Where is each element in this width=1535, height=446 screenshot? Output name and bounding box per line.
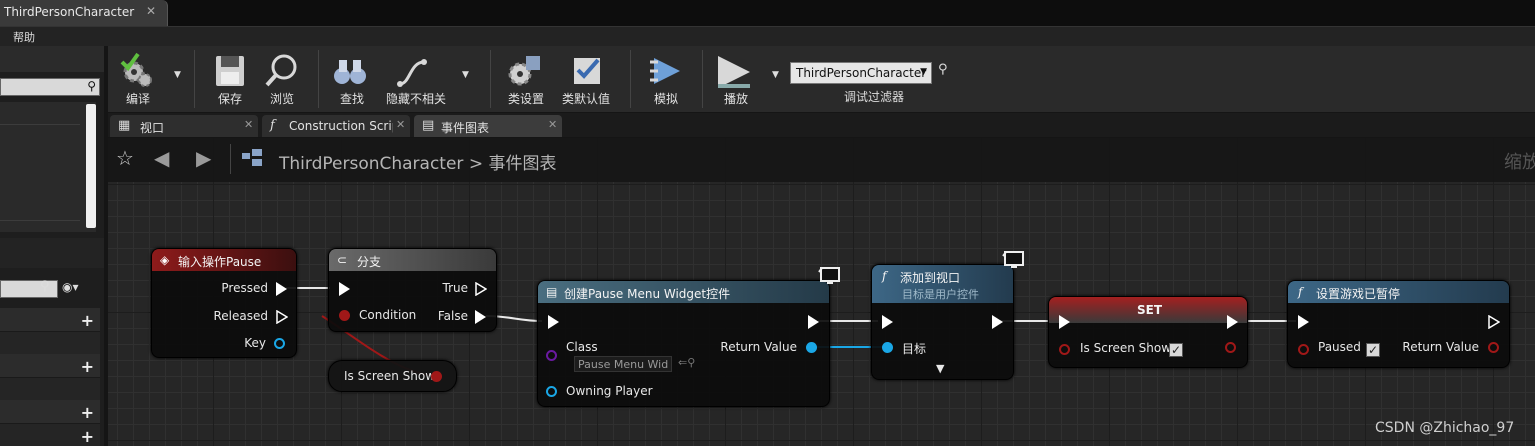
breadcrumb: ☆ ◀ ▶ ThirdPersonCharacter > 事件图表 缩放 [108, 138, 1535, 182]
class-in-pin[interactable] [546, 350, 557, 361]
function-icon: f [1298, 285, 1303, 299]
divider [230, 144, 231, 174]
breadcrumb-root[interactable]: ThirdPersonCharacter [279, 154, 463, 174]
exec-in-pin[interactable] [548, 315, 559, 329]
pin-label-return-value: Return Value [1402, 340, 1479, 354]
exec-out-pin[interactable] [808, 315, 819, 329]
chevron-down-icon: ▾ [668, 358, 671, 371]
exec-out-pin[interactable] [475, 310, 486, 324]
pin-label-paused: Paused [1318, 340, 1361, 354]
node-subtitle: 目标是用户控件 [902, 288, 979, 301]
class-picker-arrow-icon[interactable]: ⇐⚲ [678, 356, 695, 369]
forward-arrow-icon[interactable]: ▶ [196, 146, 211, 170]
class-picker[interactable]: Pause Menu Wid ▾ [574, 356, 672, 372]
node-title: SET [1137, 303, 1163, 317]
checkbox[interactable]: ✓ [1366, 343, 1380, 357]
exec-in-pin[interactable] [882, 315, 893, 329]
watermark: CSDN @Zhichao_97 [1375, 420, 1515, 436]
event-diamond-icon: ◈ [160, 253, 170, 267]
node-header: SET [1049, 297, 1247, 323]
exec-in-pin[interactable] [1298, 315, 1309, 329]
exec-in-pin[interactable] [1059, 315, 1070, 329]
bool-in-pin[interactable] [339, 310, 350, 321]
set-variable-node[interactable]: SET Is Screen Show ✓ [1048, 296, 1248, 368]
bool-in-pin[interactable] [1059, 344, 1070, 355]
breadcrumb-separator: > [468, 154, 484, 174]
pin-label-false: False [437, 309, 468, 323]
pin-label-target: 目标 [902, 342, 927, 356]
checkbox[interactable]: ✓ [1169, 343, 1183, 357]
exec-out-pin-unconnected[interactable] [475, 282, 487, 296]
monitor-icon [818, 267, 840, 284]
create-widget-node[interactable]: ▤ 创建Pause Menu Widget控件 Class Pause Menu… [537, 280, 830, 407]
expand-arrow-icon[interactable]: ▼ [936, 362, 944, 375]
node-header: ⊂ 分支 [329, 249, 496, 271]
blueprint-editor-window: { "window": { "doc_tab": "ThirdPersonCha… [0, 0, 1535, 446]
zoom-label: 缩放 [1504, 152, 1535, 173]
object-out-pin[interactable] [806, 342, 817, 353]
node-title: 创建Pause Menu Widget控件 [564, 287, 731, 301]
pin-label-pressed: Pressed [221, 281, 268, 295]
pin-label-true: True [442, 281, 469, 295]
pin-label-owning-player: Owning Player [566, 384, 653, 398]
exec-out-pin[interactable] [276, 282, 287, 296]
pin-label-condition: Condition [359, 308, 417, 322]
bool-in-pin[interactable] [1298, 344, 1309, 355]
target-in-pin[interactable] [882, 342, 893, 353]
breadcrumb-path[interactable]: ThirdPersonCharacter > 事件图表 [279, 149, 556, 174]
widget-icon: ▤ [546, 285, 558, 299]
pin-label-released: Released [213, 309, 268, 323]
node-header: 输入操作Pause ◈ [152, 249, 296, 271]
pin-label-class: Class [566, 340, 598, 354]
node-header: ▤ 创建Pause Menu Widget控件 [538, 281, 829, 303]
bool-out-pin[interactable] [431, 371, 442, 382]
star-icon[interactable]: ☆ [116, 146, 134, 170]
class-picker-value: Pause Menu Wid [578, 358, 669, 371]
back-arrow-icon[interactable]: ◀ [154, 146, 169, 170]
node-title: 添加到视口 [900, 271, 961, 285]
input-action-node[interactable]: 输入操作Pause ◈ Pressed Released Key [151, 248, 297, 358]
exec-out-pin[interactable] [992, 315, 1003, 329]
branch-node[interactable]: ⊂ 分支 True Condition False [328, 248, 497, 332]
function-icon: f [882, 269, 887, 283]
object-in-pin[interactable] [546, 386, 557, 397]
breadcrumb-current: 事件图表 [488, 154, 557, 174]
pin-label-is-screen-show: Is Screen Show [1080, 341, 1172, 355]
node-header: f 添加到视口 目标是用户控件 [872, 265, 1013, 303]
graph-icon [242, 149, 262, 166]
bool-out-pin[interactable] [1225, 342, 1236, 353]
exec-in-pin[interactable] [339, 282, 350, 296]
variable-label: Is Screen Show [344, 369, 436, 383]
node-header: f 设置游戏已暂停 [1288, 281, 1509, 303]
exec-out-pin-unconnected[interactable] [276, 310, 288, 324]
exec-out-pin-unconnected[interactable] [1488, 315, 1500, 329]
bool-out-pin[interactable] [1488, 342, 1499, 353]
get-variable-node[interactable]: Is Screen Show [328, 360, 457, 392]
exec-out-pin[interactable] [1227, 315, 1238, 329]
monitor-icon [1002, 251, 1024, 268]
pin-label-return-value: Return Value [720, 340, 797, 354]
pin-label-key: Key [244, 336, 266, 350]
node-title: 输入操作Pause [178, 255, 262, 269]
node-title: 设置游戏已暂停 [1316, 287, 1401, 301]
node-title: 分支 [357, 255, 382, 269]
branch-icon: ⊂ [337, 253, 348, 267]
set-game-paused-node[interactable]: f 设置游戏已暂停 Paused ✓ Return Value [1287, 280, 1510, 368]
struct-out-pin[interactable] [274, 338, 285, 349]
add-to-viewport-node[interactable]: f 添加到视口 目标是用户控件 目标 ▼ [871, 264, 1014, 380]
